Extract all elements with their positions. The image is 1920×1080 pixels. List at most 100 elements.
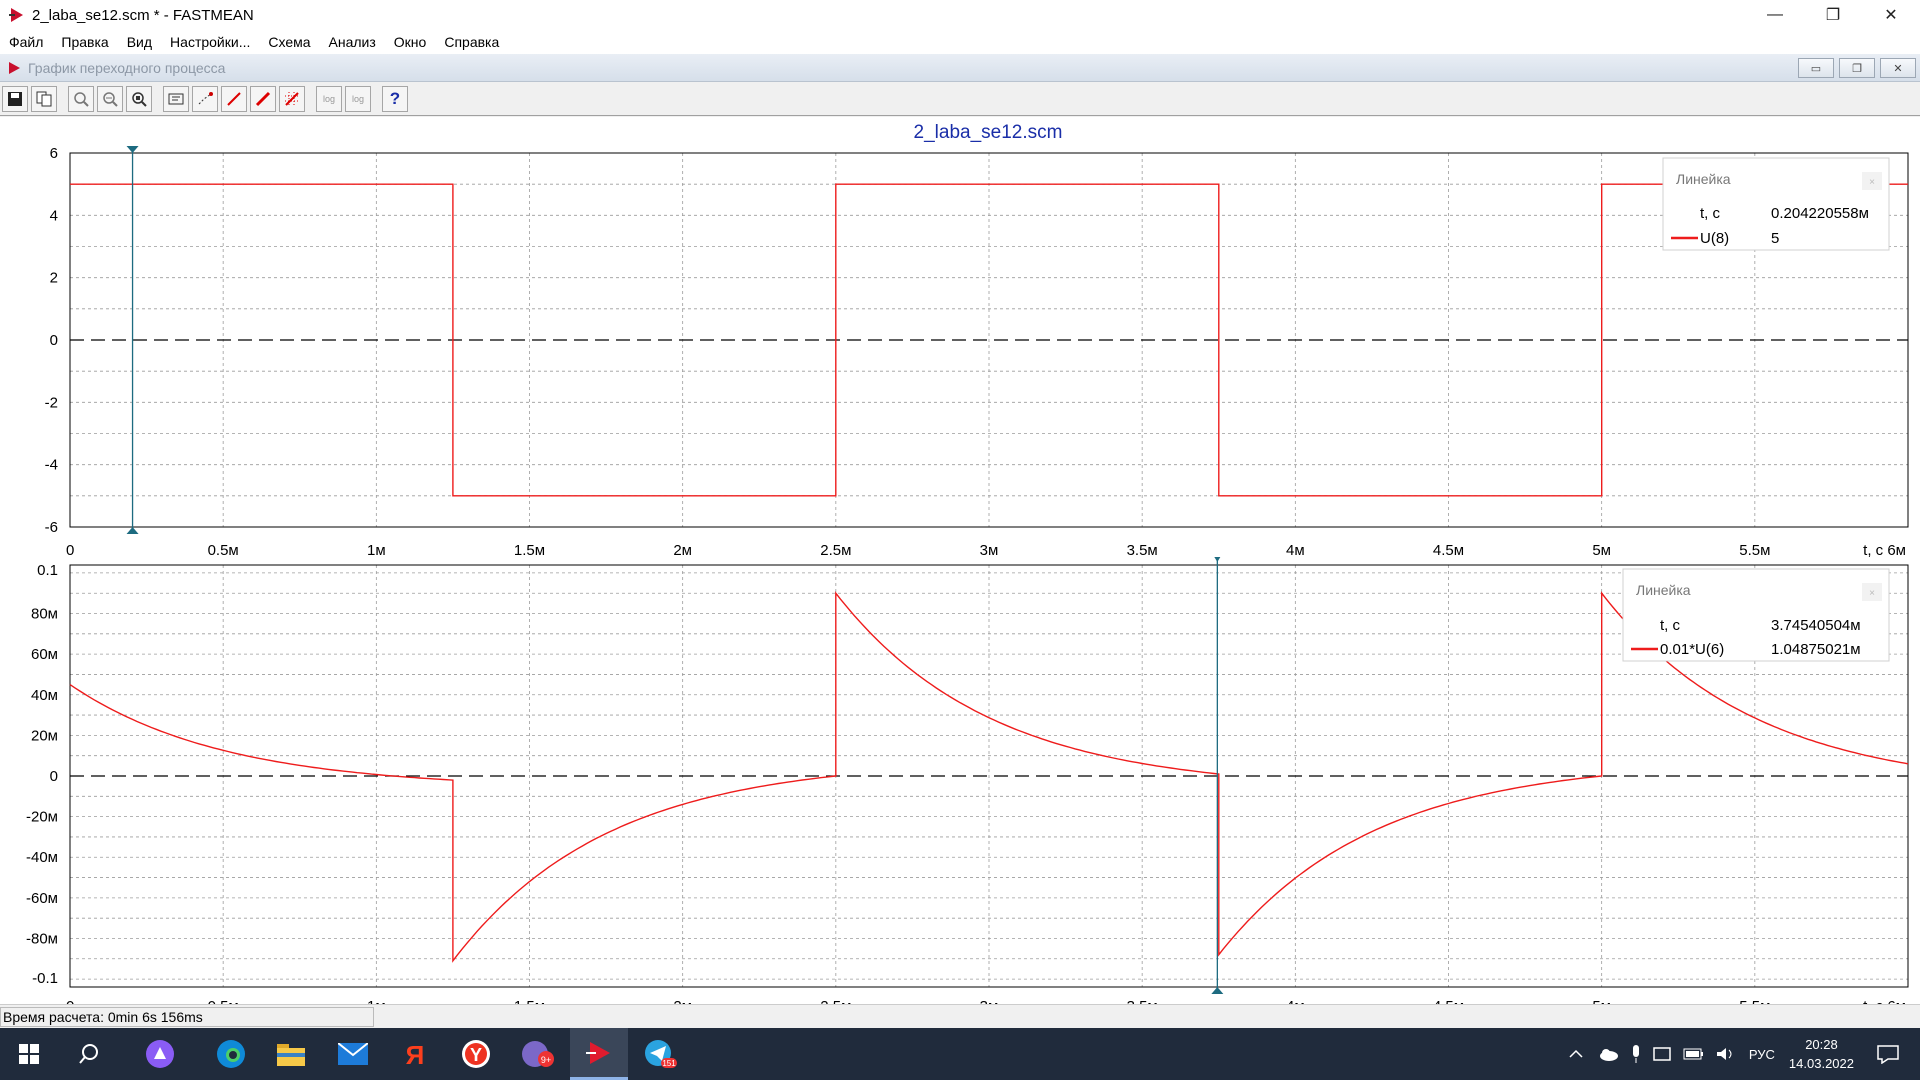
top-y-tick-label: -2 xyxy=(45,394,58,411)
subwindow-title: График переходного процесса xyxy=(28,59,226,76)
folder-icon xyxy=(277,1044,305,1066)
bottom-ruler-trace-label: 0.01*U(6) xyxy=(1660,641,1724,658)
taskbar-yandex-app[interactable]: Я xyxy=(386,1028,444,1080)
zoom-button[interactable] xyxy=(68,85,94,112)
taskbar-yandex-browser-app[interactable]: Y xyxy=(447,1028,505,1080)
bottom-ruler-trace-value: 1.04875021м xyxy=(1771,641,1861,658)
top-x-tick-label: 0 xyxy=(66,542,74,559)
bottom-y-tick-label: 60м xyxy=(31,646,58,663)
menu-settings[interactable]: Настройки... xyxy=(161,34,259,50)
top-ruler-x-value: 0.204220558м xyxy=(1771,205,1869,222)
taskbar-mail-app[interactable] xyxy=(324,1028,382,1080)
telegram-badge: 151 xyxy=(662,1059,676,1068)
top-y-tick-label: -6 xyxy=(45,519,58,536)
log-x-button[interactable]: log xyxy=(316,85,342,112)
top-y-tick-label: 2 xyxy=(50,270,58,287)
network-icon[interactable] xyxy=(1653,1045,1673,1063)
menu-edit[interactable]: Правка xyxy=(52,34,117,50)
top-x-tick-label: 2.5м xyxy=(820,542,851,559)
taskbar-alice-app[interactable] xyxy=(131,1028,189,1080)
taskbar-edge-app[interactable] xyxy=(202,1028,260,1080)
chevron-up-icon[interactable] xyxy=(1567,1045,1585,1063)
minimize-button[interactable]: — xyxy=(1746,0,1804,30)
bottom-y-tick-label: 40м xyxy=(31,687,58,704)
bottom-cursor-handle-top xyxy=(1214,557,1221,562)
start-button[interactable] xyxy=(0,1028,58,1080)
grid-button[interactable] xyxy=(279,85,305,112)
top-cursor-handle-top xyxy=(126,146,139,153)
subwindow-minimize-button[interactable]: ▭ xyxy=(1798,58,1834,78)
log-y-button[interactable]: log xyxy=(345,85,371,112)
bottom-y-tick-label: -0.1 xyxy=(32,970,58,987)
bottom-y-tick-label: 0 xyxy=(50,768,58,785)
yandex-browser-icon: Y xyxy=(462,1040,490,1068)
top-x-tick-label: 4м xyxy=(1286,542,1305,559)
battery-icon[interactable] xyxy=(1683,1047,1705,1061)
bottom-y-tick-label: -60м xyxy=(26,890,58,907)
bottom-y-tick-label: 0.1 xyxy=(37,562,58,579)
help-button[interactable]: ? xyxy=(382,85,408,112)
windows-start-icon xyxy=(19,1044,39,1064)
zoom-out-button[interactable] xyxy=(97,85,123,112)
taskbar-viber-app[interactable]: 9+ xyxy=(509,1028,567,1080)
restore-button[interactable]: ❐ xyxy=(1804,0,1862,30)
zoom-fit-button[interactable] xyxy=(126,85,152,112)
calc-time-status: Время расчета: 0min 6s 156ms xyxy=(0,1007,374,1027)
clock[interactable]: 20:28 14.03.2022 xyxy=(1789,1035,1854,1073)
status-bar: Время расчета: 0min 6s 156ms xyxy=(0,1004,1920,1028)
ruler-button[interactable] xyxy=(163,85,189,112)
zoom-out-icon xyxy=(103,91,118,107)
menu-schema[interactable]: Схема xyxy=(259,34,319,50)
search-button[interactable] xyxy=(60,1028,118,1080)
svg-text:Y: Y xyxy=(470,1045,482,1065)
top-x-tick-label: 5м xyxy=(1592,542,1611,559)
top-x-tick-label: 2м xyxy=(673,542,692,559)
bottom-ruler-title: Линейка xyxy=(1636,582,1691,598)
top-ruler-close-icon: × xyxy=(1869,177,1875,188)
bottom-cursor-handle-bottom xyxy=(1211,987,1224,994)
system-tray: РУС 20:28 14.03.2022 xyxy=(1567,1028,1920,1080)
clock-time: 20:28 xyxy=(1805,1037,1838,1052)
copy-button[interactable] xyxy=(31,85,57,112)
plot-area: 2_laba_se12.scm 6 4 2 0 -2 -4 -6 0 0.5м 1м 1.5м 2м… xyxy=(0,117,1920,1015)
bottom-y-tick-label: 20м xyxy=(31,727,58,744)
taskbar-telegram-app[interactable]: 151 xyxy=(632,1028,690,1080)
bottom-y-tick-label: -20м xyxy=(26,809,58,826)
menu-window[interactable]: Окно xyxy=(385,34,436,50)
top-x-tick-label: 1.5м xyxy=(514,542,545,559)
taskbar-fastmean-app[interactable] xyxy=(570,1028,628,1080)
line-button[interactable] xyxy=(221,85,247,112)
top-x-tick-label: 3м xyxy=(980,542,999,559)
viber-badge: 9+ xyxy=(541,1055,551,1065)
top-y-axis: 6 4 2 0 -2 -4 -6 xyxy=(45,145,58,536)
microphone-icon[interactable] xyxy=(1629,1044,1643,1064)
top-x-tick-label: 5.5м xyxy=(1739,542,1770,559)
top-x-tick-label: 3.5м xyxy=(1127,542,1158,559)
thick-line-button[interactable] xyxy=(250,85,276,112)
mail-icon xyxy=(338,1043,368,1065)
taskbar-explorer-app[interactable] xyxy=(262,1028,320,1080)
save-button[interactable] xyxy=(2,85,28,112)
top-ruler-panel[interactable]: Линейка × t, с 0.204220558м U(8) 5 xyxy=(1662,157,1890,251)
menu-help[interactable]: Справка xyxy=(435,34,508,50)
language-indicator[interactable]: РУС xyxy=(1749,1047,1775,1062)
bottom-ruler-panel[interactable]: Линейка × t, с 3.74540504м 0.01*U(6) 1.0… xyxy=(1622,568,1890,662)
markers-button[interactable] xyxy=(192,85,218,112)
alice-icon xyxy=(146,1040,174,1068)
menu-analysis[interactable]: Анализ xyxy=(320,34,385,50)
top-x-tick-label: 1м xyxy=(367,542,386,559)
close-button[interactable]: ✕ xyxy=(1862,0,1920,30)
top-ruler-x-label: t, с xyxy=(1700,205,1721,222)
subwindow-restore-button[interactable]: ❐ xyxy=(1839,58,1875,78)
bottom-ruler-x-value: 3.74540504м xyxy=(1771,617,1861,634)
cloud-icon[interactable] xyxy=(1597,1046,1619,1062)
yandex-icon: Я xyxy=(406,1040,425,1069)
top-x-axis: 0 0.5м 1м 1.5м 2м 2.5м 3м 3.5м 4м 4.5м 5м 5.5м t, с … xyxy=(66,542,1906,559)
top-x-tick-label: 4.5м xyxy=(1433,542,1464,559)
notifications-icon[interactable] xyxy=(1876,1044,1900,1064)
subwindow-close-button[interactable]: ✕ xyxy=(1880,58,1916,78)
menu-view[interactable]: Вид xyxy=(118,34,161,50)
volume-icon[interactable] xyxy=(1715,1045,1737,1063)
menu-file[interactable]: Файл xyxy=(0,34,52,50)
save-icon xyxy=(8,91,22,106)
